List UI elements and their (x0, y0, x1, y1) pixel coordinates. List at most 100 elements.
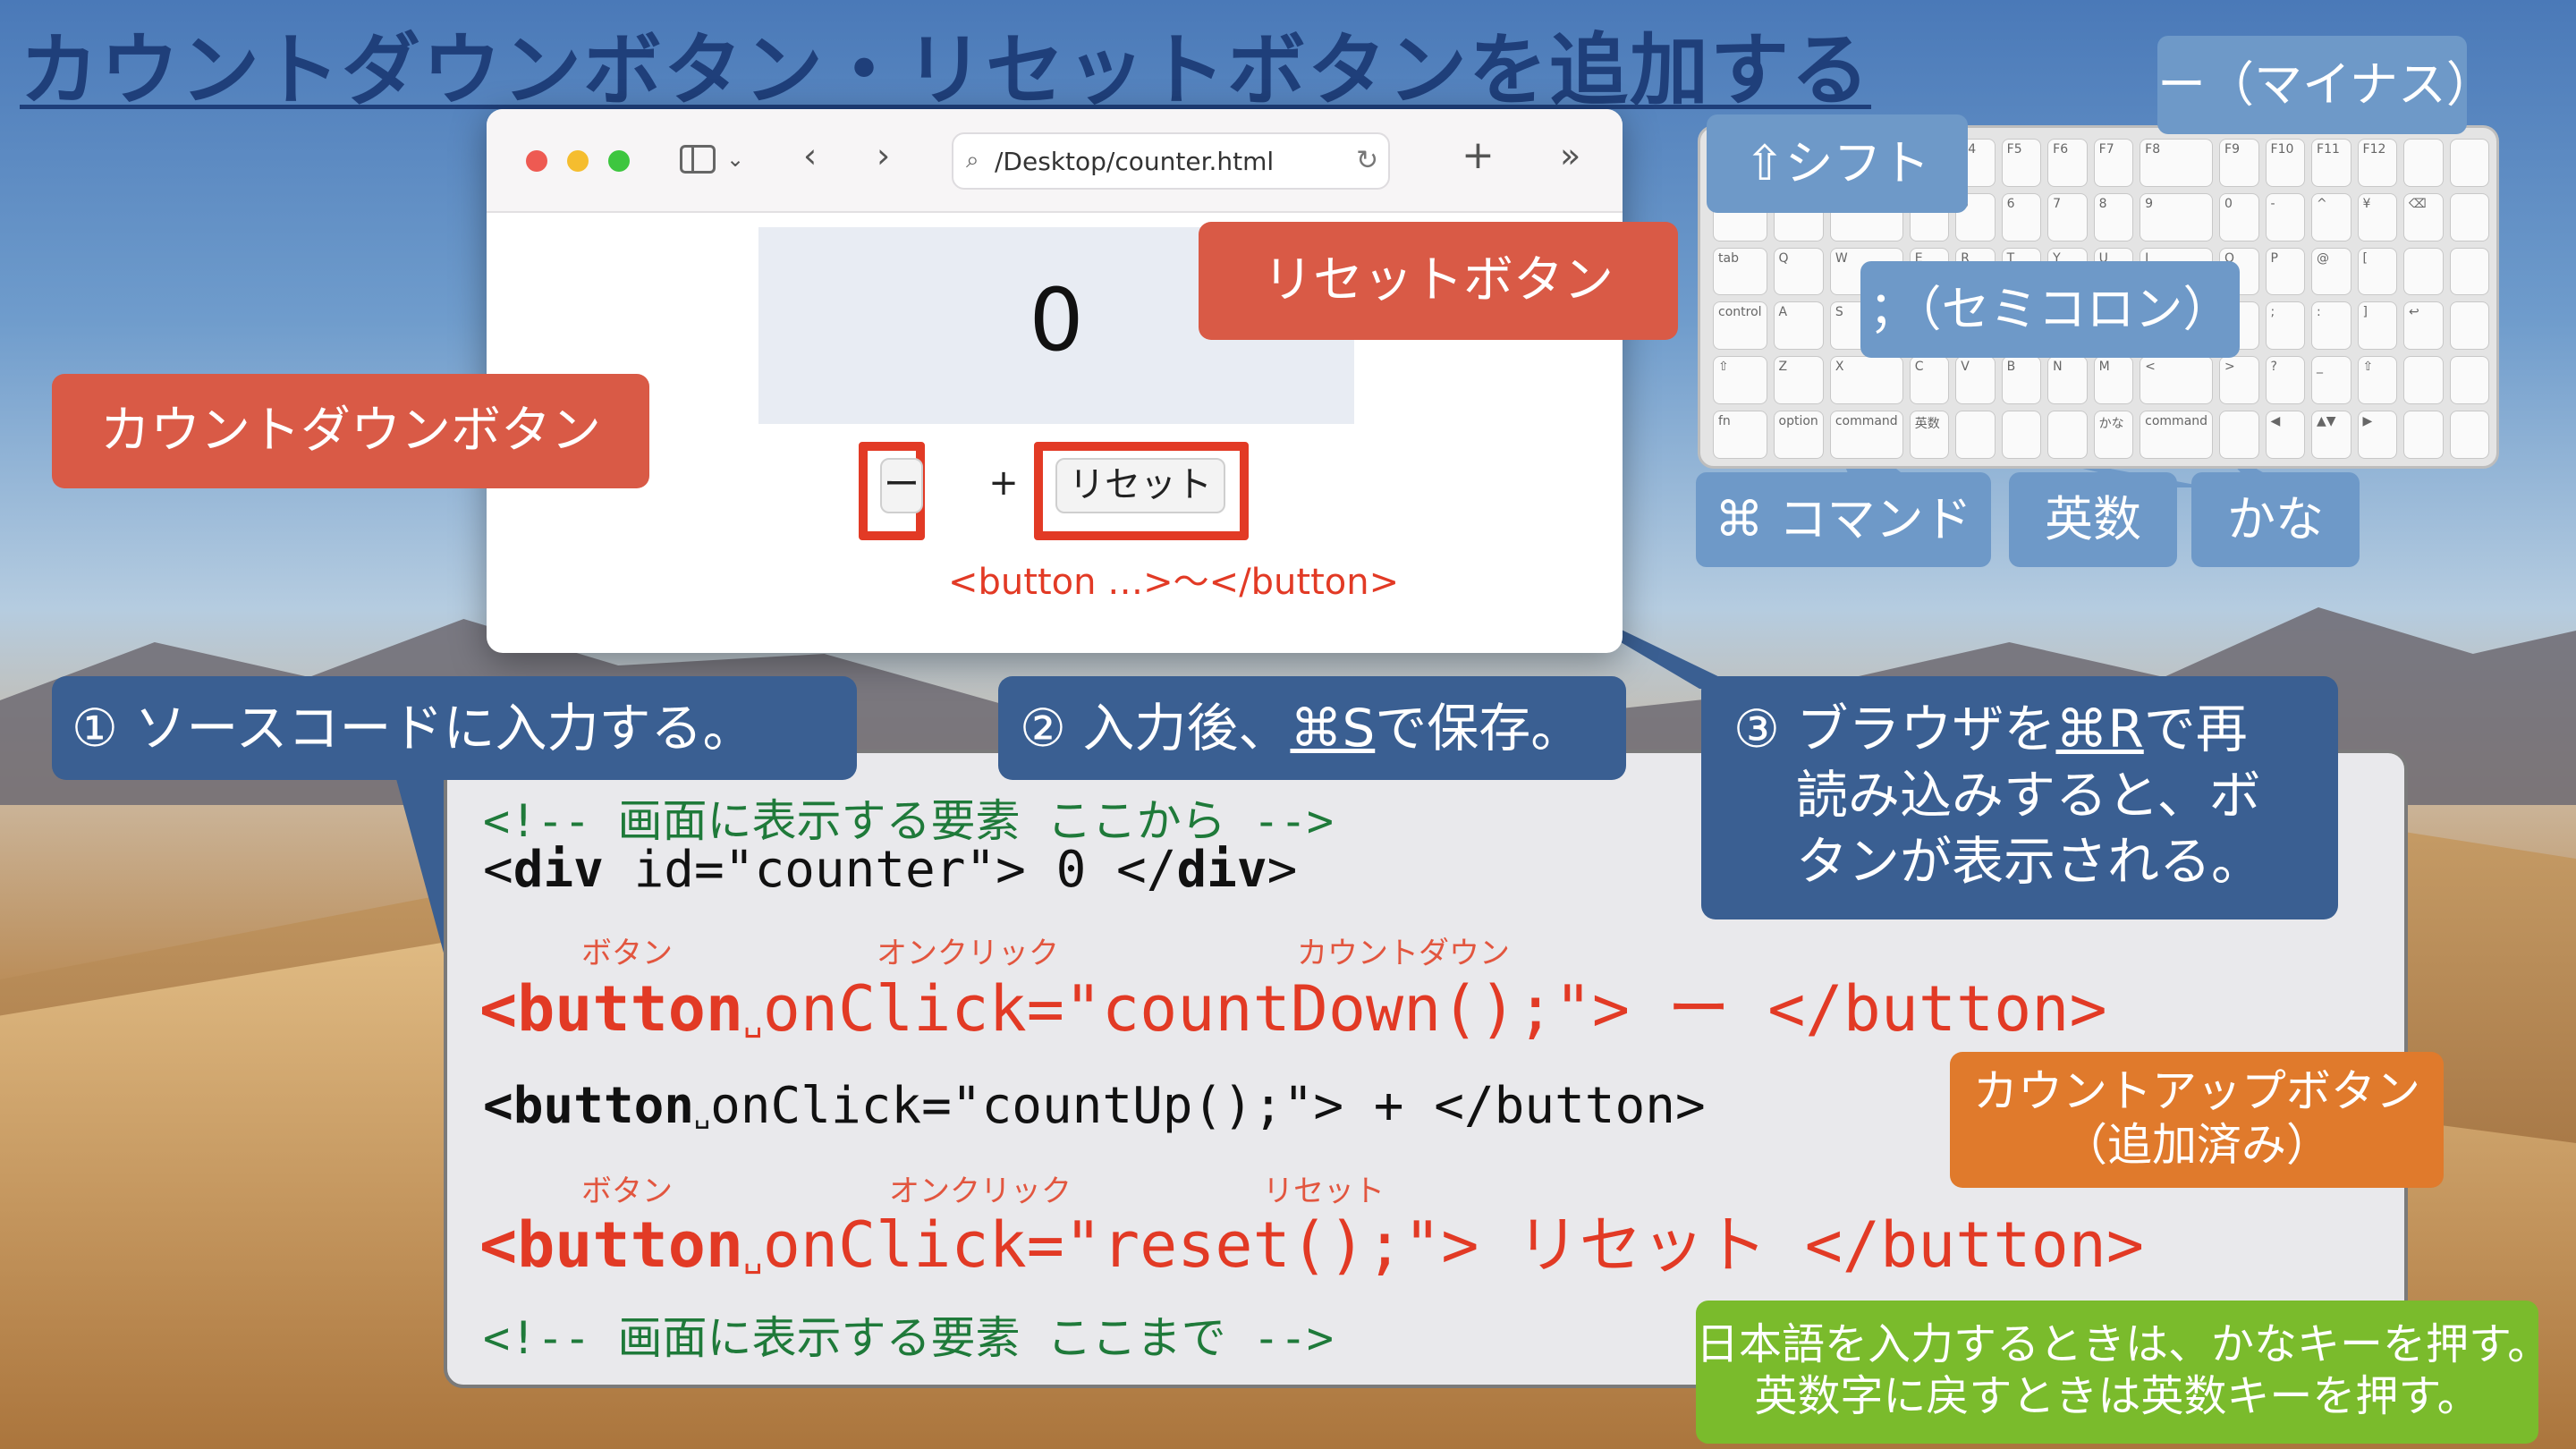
close-window-button[interactable] (526, 150, 547, 172)
keyboard-key: F8 (2140, 139, 2214, 187)
keyboard-key: ¥ (2357, 192, 2398, 242)
reset-line: <button␣onClick="reset();"> リセット </butto… (479, 1195, 2144, 1285)
space-mark: ␣ (743, 1002, 763, 1038)
countup-button[interactable]: + (980, 458, 1027, 513)
reload-shortcut: ⌘R (2055, 699, 2144, 759)
new-tab-icon[interactable]: + (1462, 132, 1495, 178)
sidebar-icon[interactable] (680, 145, 716, 174)
keyboard-key: 9 (2140, 192, 2214, 242)
countup-callout-line2: （追加済み） (2063, 1119, 2331, 1171)
countdown-rest: onClick="countDown();"> ー </button> (762, 972, 2107, 1046)
keyboard-key: ▲▼ (2311, 411, 2351, 459)
chevron-down-icon[interactable]: ⌄ (726, 147, 744, 172)
countdown-button-callout: カウントダウンボタン (52, 374, 649, 488)
key-kana-label: かな (2191, 472, 2360, 567)
reset-button[interactable]: リセット (1055, 458, 1225, 513)
keyboard-key: N (2047, 356, 2088, 405)
keyboard-key (2449, 301, 2489, 351)
keyboard-key (2449, 356, 2489, 405)
keyboard-key: F9 (2219, 139, 2259, 187)
step3-callout: ③ ブラウザを⌘Rで再 読み込みすると、ボ タンが表示される。 (1701, 676, 2338, 919)
keyboard-key: fn (1713, 411, 1767, 459)
zoom-window-button[interactable] (608, 150, 630, 172)
chevron-left-icon[interactable]: ‹ (803, 136, 817, 175)
key-shift-label: ⇧シフト (1707, 114, 1968, 213)
keyboard-key: 0 (2219, 192, 2259, 242)
chevron-right-icon[interactable]: › (877, 136, 890, 175)
keyboard-key: > (2219, 356, 2259, 405)
keyboard-key (1955, 411, 1996, 459)
keyboard-key: ] (2357, 301, 2398, 351)
keyboard-key: F6 (2047, 139, 2088, 187)
save-shortcut: ⌘S (1290, 698, 1376, 758)
keyboard-key: X (1829, 356, 1903, 405)
double-chevron-icon[interactable]: » (1560, 136, 1580, 175)
keyboard-key: V (1955, 356, 1996, 405)
keyboard-key: command (2140, 411, 2214, 459)
ime-callout: 日本語を入力するときは、かなキーを押す。 英数字に戻すときは英数キーを押す。 (1696, 1301, 2550, 1444)
keyboard-key (2403, 247, 2444, 296)
step3-line1: ③ ブラウザを⌘Rで再 (1733, 696, 2338, 762)
keyboard-key: @ (2311, 247, 2351, 296)
browser-toolbar: ⌄ ‹ › ⌕ /Desktop/counter.html ↻ + » (487, 109, 1623, 213)
keyboard-key: F10 (2265, 139, 2306, 187)
key-command-label: ⌘ コマンド (1696, 472, 1991, 567)
keyboard-key: C (1909, 356, 1950, 405)
div-tag: div (513, 841, 604, 899)
keyboard-key: command (1829, 411, 1903, 459)
keyboard-key: B (2001, 356, 2042, 405)
reload-icon[interactable]: ↻ (1356, 145, 1378, 176)
keyboard-key: [ (2357, 247, 2398, 296)
keyboard-key: 6 (2001, 192, 2042, 242)
step3-line3: タンが表示される。 (1796, 831, 2264, 892)
step2-suffix: で保存。 (1375, 698, 1583, 758)
div-open: < (483, 841, 513, 899)
space-mark: ␣ (694, 1098, 711, 1130)
step3-prefix: ③ ブラウザを (1733, 699, 2056, 759)
step1-callout: ① ソースコードに入力する。 (52, 676, 857, 780)
keyboard-key (2403, 411, 2444, 459)
sidebar-icon-divider (691, 148, 694, 171)
countup-tag: <button (483, 1077, 695, 1135)
keyboard-key: : (2311, 301, 2351, 351)
keyboard-key (2219, 411, 2259, 459)
keyboard-key: F11 (2311, 139, 2351, 187)
address-bar[interactable]: ⌕ /Desktop/counter.html ↻ (952, 132, 1390, 190)
keyboard-key: A (1773, 301, 1824, 351)
step3-suffix: で再 (2143, 699, 2248, 759)
keyboard-key (2449, 192, 2489, 242)
keyboard-key: < (2140, 356, 2214, 405)
keyboard-key (2001, 411, 2042, 459)
keyboard-key: ⇧ (2357, 356, 2398, 405)
div-tag-close: div (1176, 841, 1267, 899)
keyboard-key: M (2093, 356, 2134, 405)
keyboard-key: 8 (2093, 192, 2134, 242)
keyboard-key: _ (2311, 356, 2351, 405)
keyboard-key (2047, 411, 2088, 459)
keyboard-key: ◀ (2265, 411, 2306, 459)
countdown-tag: <button (479, 972, 744, 1046)
keyboard-key: かな (2093, 411, 2134, 459)
keyboard-key (2403, 139, 2444, 187)
keyboard-key: F5 (2001, 139, 2042, 187)
url-text: /Desktop/counter.html (995, 147, 1275, 176)
key-minus-label: ー（マイナス） (2157, 36, 2495, 134)
keyboard-key: F7 (2093, 139, 2134, 187)
keyboard-key: F12 (2357, 139, 2398, 187)
button-tag-note: <button …>〜</button> (948, 562, 1400, 603)
space-mark: ␣ (743, 1238, 763, 1275)
browser-window: ⌄ ‹ › ⌕ /Desktop/counter.html ↻ + » 0 ー … (487, 109, 1623, 653)
minimize-window-button[interactable] (567, 150, 589, 172)
page-title: カウントダウンボタン・リセットボタンを追加する (20, 24, 1872, 116)
countdown-button[interactable]: ー (880, 458, 923, 513)
step2-prefix: ② 入力後、 (1020, 698, 1291, 758)
keyboard-key: ▶ (2357, 411, 2398, 459)
keyboard-key: 7 (2047, 192, 2088, 242)
div-line: <div id="counter"> 0 </div> (483, 841, 1297, 899)
keyboard-key: Q (1773, 247, 1824, 296)
step2-callout: ② 入力後、⌘Sで保存。 (998, 676, 1626, 780)
step3-line2: 読み込みすると、ボ (1796, 765, 2261, 826)
keyboard-key: ^ (2311, 192, 2351, 242)
keyboard-key: ⇧ (1713, 356, 1767, 405)
div-close: > (1267, 841, 1298, 899)
